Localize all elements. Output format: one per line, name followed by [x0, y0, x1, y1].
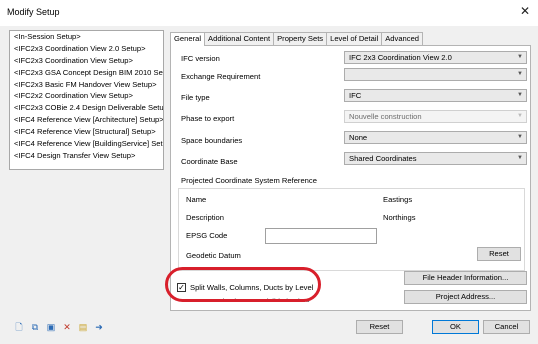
setup-item-ifc2x3-gsa[interactable]: <IFC2x3 GSA Concept Design BIM 2010 Setu…: [10, 67, 163, 79]
setup-item-ifc2x2-cv[interactable]: <IFC2x2 Coordination View Setup>: [10, 90, 163, 102]
tab-general[interactable]: General: [170, 32, 206, 46]
space-boundaries-label: Space boundaries: [181, 136, 243, 145]
geodetic-datum-label: Geodetic Datum: [186, 251, 241, 260]
setup-item-ifc2x3-cv2[interactable]: <IFC2x3 Coordination View 2.0 Setup>: [10, 43, 163, 55]
title-bar: Modify Setup ✕: [0, 0, 538, 26]
chevron-down-icon: ▼: [517, 113, 523, 119]
highlight-annotation: [165, 267, 321, 302]
file-type-label: File type: [181, 93, 210, 102]
cancel-button[interactable]: Cancel: [483, 320, 530, 334]
window-title: Modify Setup: [7, 7, 60, 17]
coordinate-base-value: Shared Coordinates: [349, 154, 417, 163]
exchange-requirement-select[interactable]: ▼: [344, 68, 527, 81]
setup-item-ifc4-arch[interactable]: <IFC4 Reference View [Architecture] Setu…: [10, 114, 163, 126]
tab-level-of-detail[interactable]: Level of Detail: [326, 32, 383, 45]
setup-list[interactable]: <In-Session Setup> <IFC2x3 Coordination …: [9, 30, 164, 170]
file-type-value: IFC: [349, 91, 362, 100]
file-type-select[interactable]: IFC ▼: [344, 89, 527, 102]
space-boundaries-select[interactable]: None ▼: [344, 131, 527, 144]
setup-item-ifc4-mep[interactable]: <IFC4 Reference View [BuildingService] S…: [10, 138, 163, 150]
epsg-code-input[interactable]: [265, 228, 377, 244]
chevron-down-icon: ▼: [517, 71, 523, 77]
project-address-button[interactable]: Project Address...: [404, 290, 527, 304]
reset-button[interactable]: Reset: [356, 320, 403, 334]
file-header-button[interactable]: File Header Information...: [404, 271, 527, 285]
ifc-version-select[interactable]: IFC 2x3 Coordination View 2.0 ▼: [344, 51, 527, 64]
crs-description-label: Description: [186, 213, 224, 222]
chevron-down-icon: ▼: [517, 134, 523, 140]
crs-reset-button[interactable]: Reset: [477, 247, 521, 261]
coordinate-base-select[interactable]: Shared Coordinates ▼: [344, 152, 527, 165]
phase-to-export-value: Nouvelle construction: [349, 112, 422, 121]
chevron-down-icon: ▼: [517, 155, 523, 161]
setup-item-in-session[interactable]: <In-Session Setup>: [10, 31, 163, 43]
ok-button[interactable]: OK: [432, 320, 479, 334]
setup-item-ifc2x3-cobie[interactable]: <IFC2x3 COBie 2.4 Design Deliverable Set…: [10, 102, 163, 114]
setup-item-ifc4-struct[interactable]: <IFC4 Reference View [Structural] Setup>: [10, 126, 163, 138]
ifc-version-label: IFC version: [181, 54, 220, 63]
projected-crs-title: Projected Coordinate System Reference: [181, 176, 317, 185]
ifc-version-value: IFC 2x3 Coordination View 2.0: [349, 53, 452, 62]
import-setup-icon[interactable]: ▤: [78, 322, 88, 333]
space-boundaries-value: None: [349, 133, 368, 142]
epsg-code-label: EPSG Code: [186, 231, 228, 240]
export-setup-icon[interactable]: ➜: [94, 322, 104, 333]
duplicate-setup-icon[interactable]: ⧉: [30, 322, 40, 333]
eastings-label: Eastings: [383, 195, 413, 204]
phase-to-export-label: Phase to export: [181, 114, 235, 123]
crs-name-label: Name: [186, 195, 207, 204]
setup-item-ifc2x3-fm[interactable]: <IFC2x3 Basic FM Handover View Setup>: [10, 79, 163, 91]
delete-setup-icon[interactable]: ✕: [62, 322, 72, 333]
close-icon[interactable]: ✕: [520, 5, 530, 17]
setup-item-ifc4-dtv[interactable]: <IFC4 Design Transfer View Setup>: [10, 150, 163, 162]
tab-strip: General Additional Content Property Sets…: [170, 32, 424, 46]
rename-setup-icon[interactable]: ▣: [46, 322, 56, 333]
projected-crs-group: Name Description EPSG Code Geodetic Datu…: [178, 188, 525, 271]
northings-label: Northings: [383, 213, 416, 222]
phase-to-export-select: Nouvelle construction ▼: [344, 110, 527, 123]
chevron-down-icon: ▼: [517, 54, 523, 60]
exchange-requirement-label: Exchange Requirement: [181, 72, 261, 81]
coordinate-base-label: Coordinate Base: [181, 157, 238, 166]
new-setup-icon[interactable]: 🗋: [14, 322, 24, 333]
setup-toolbar: 🗋 ⧉ ▣ ✕ ▤ ➜: [14, 322, 104, 333]
setup-item-ifc2x3-cv[interactable]: <IFC2x3 Coordination View Setup>: [10, 55, 163, 67]
tab-advanced[interactable]: Advanced: [381, 32, 424, 45]
tab-additional-content[interactable]: Additional Content: [204, 32, 275, 45]
chevron-down-icon: ▼: [517, 92, 523, 98]
tab-property-sets[interactable]: Property Sets: [273, 32, 328, 45]
